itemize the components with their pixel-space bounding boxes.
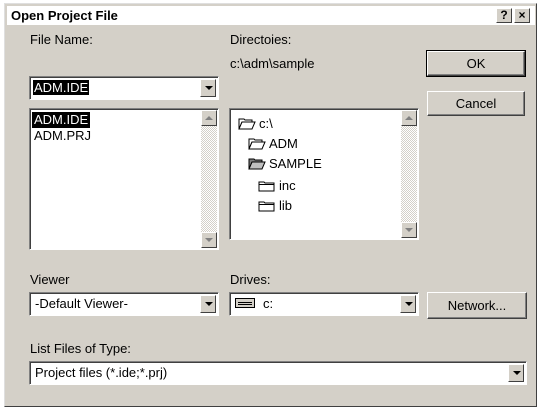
folder-open-icon <box>238 118 256 130</box>
viewer-dropdown-button[interactable] <box>200 295 216 313</box>
file-name-input[interactable]: ADM.IDE <box>33 80 90 95</box>
file-type-dropdown-button[interactable] <box>508 364 524 382</box>
scroll-down-arrow-icon[interactable] <box>401 222 417 238</box>
drives-dropdown-button[interactable] <box>400 295 416 313</box>
drives-value: c: <box>263 296 274 311</box>
directory-tree-scrollbar[interactable] <box>401 110 417 238</box>
drive-icon <box>235 298 255 308</box>
window-title: Open Project File <box>11 8 118 23</box>
file-list[interactable]: ADM.IDE ADM.PRJ <box>29 108 219 250</box>
file-list-scrollbar[interactable] <box>201 110 217 248</box>
file-type-value: Project files (*.ide;*.prj) <box>35 365 168 380</box>
folder-open-icon <box>248 138 266 150</box>
scroll-down-arrow-icon[interactable] <box>201 232 217 248</box>
viewer-label: Viewer <box>30 272 70 287</box>
drives-select[interactable]: c: <box>229 292 419 316</box>
file-name-field[interactable]: ADM.IDE <box>29 76 219 100</box>
open-project-dialog: Open Project File ? × File Name: ADM.IDE… <box>4 3 537 407</box>
file-list-item[interactable]: ADM.IDE <box>32 112 91 128</box>
folder-open-shaded-icon <box>248 158 266 170</box>
file-type-select[interactable]: Project files (*.ide;*.prj) <box>29 361 527 385</box>
folder-closed-icon <box>258 181 275 192</box>
file-name-label: File Name: <box>30 32 93 47</box>
viewer-value: -Default Viewer- <box>35 296 128 311</box>
file-type-label: List Files of Type: <box>30 341 131 356</box>
close-button[interactable]: × <box>514 8 530 23</box>
directories-label: Directoies: <box>230 32 292 47</box>
help-button[interactable]: ? <box>496 8 512 23</box>
drives-label: Drives: <box>230 272 271 287</box>
scroll-up-arrow-icon[interactable] <box>201 110 217 126</box>
network-button[interactable]: Network... <box>427 292 527 319</box>
ok-button[interactable]: OK <box>426 50 526 77</box>
folder-closed-icon <box>258 201 275 212</box>
scroll-up-arrow-icon[interactable] <box>401 110 417 126</box>
directory-tree[interactable]: c:\ ADM SAMPLE inc lib <box>229 108 419 240</box>
file-list-item[interactable]: ADM.PRJ <box>32 128 93 144</box>
title-bar: Open Project File ? × <box>7 6 535 25</box>
current-directory-path: c:\adm\sample <box>230 56 315 71</box>
file-name-dropdown-button[interactable] <box>200 79 216 97</box>
viewer-select[interactable]: -Default Viewer- <box>29 292 219 316</box>
cancel-button[interactable]: Cancel <box>427 91 525 116</box>
